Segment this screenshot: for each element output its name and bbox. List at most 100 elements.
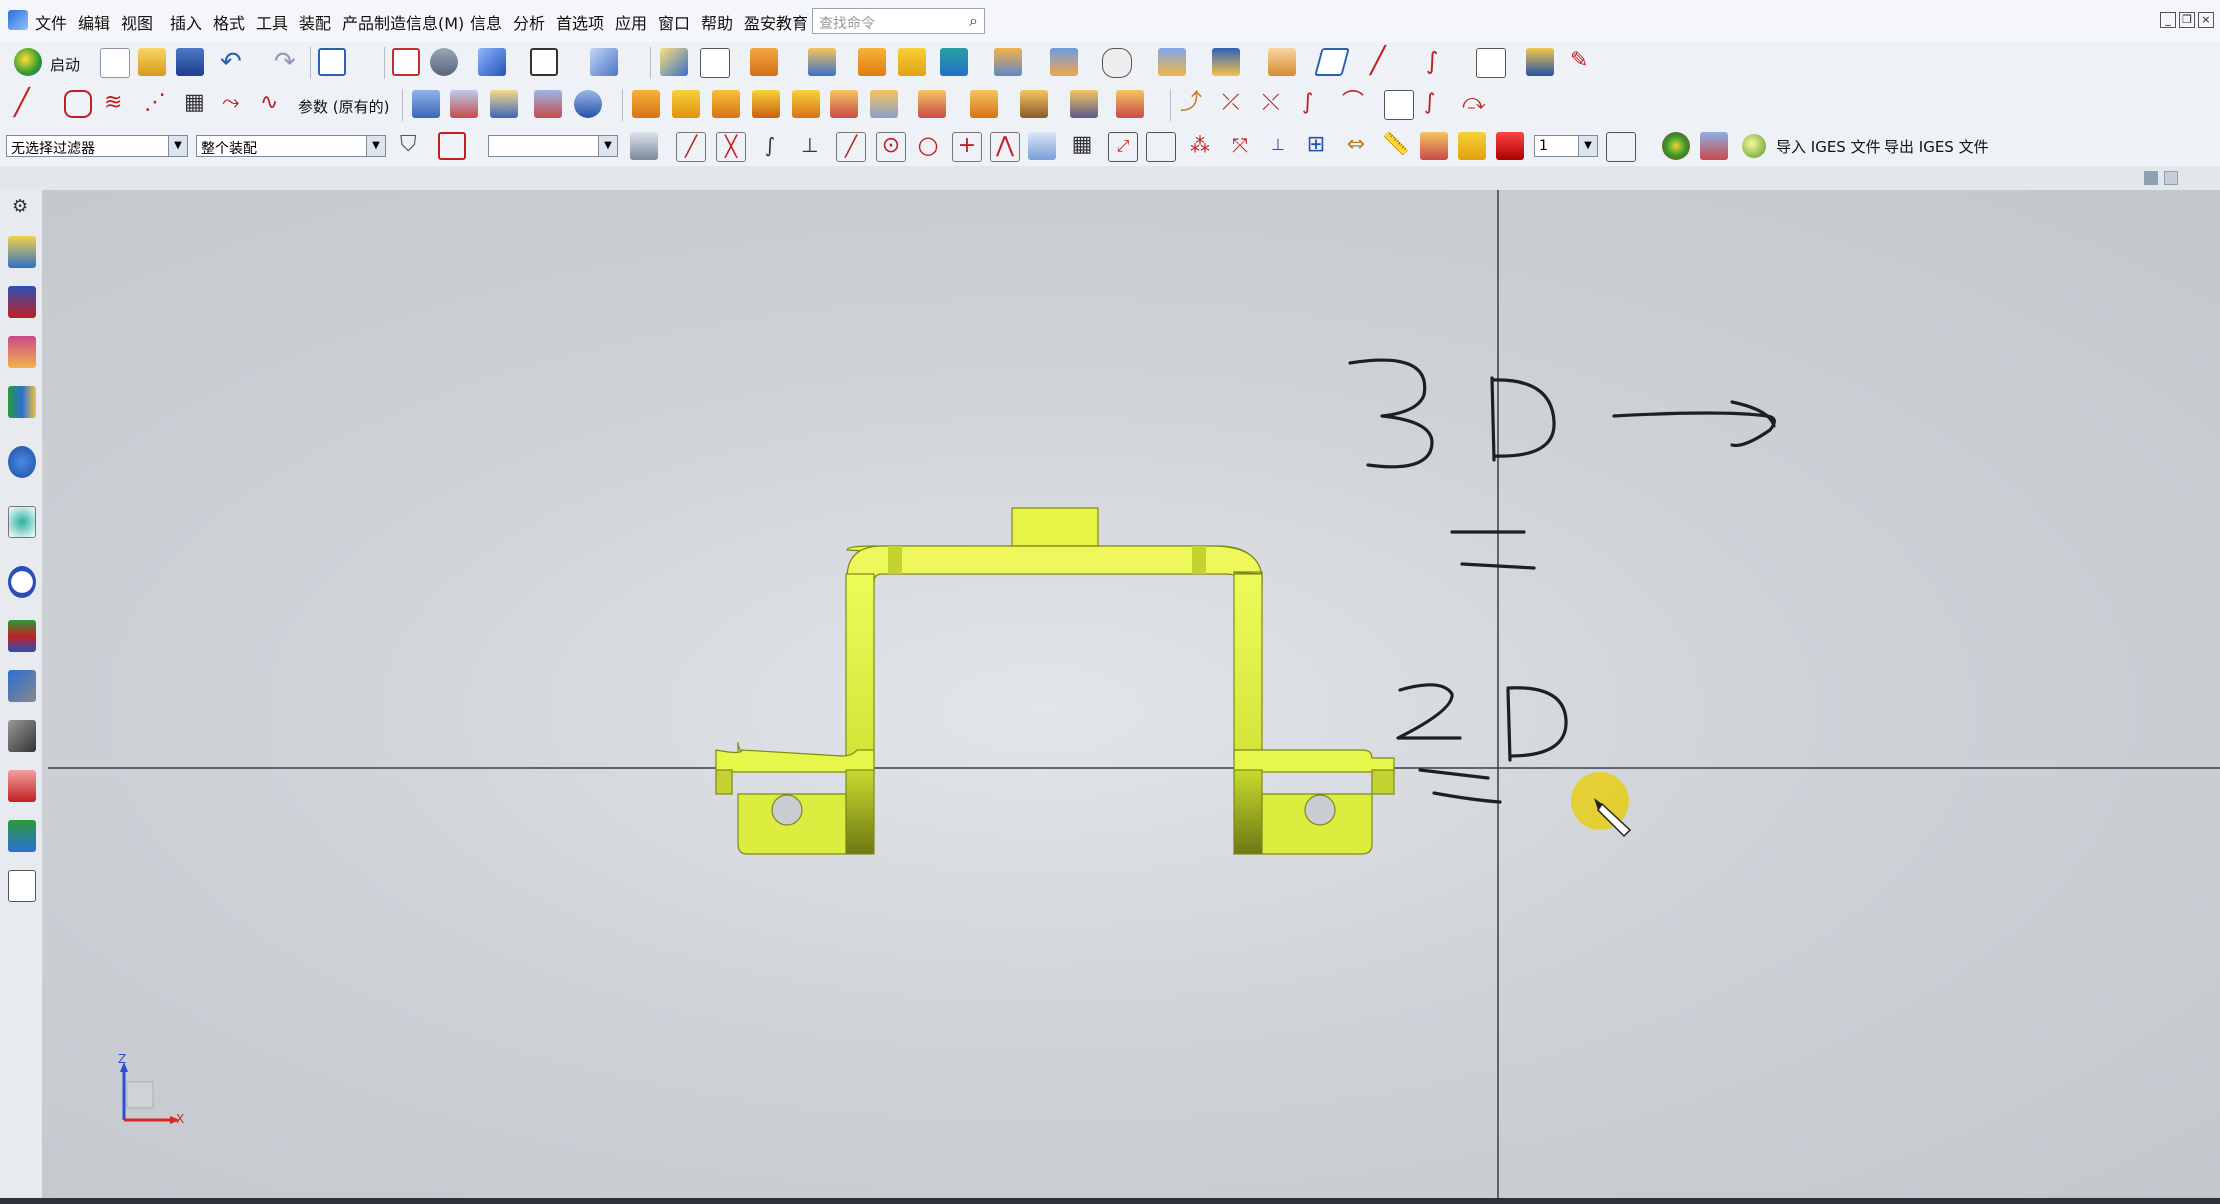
wcs-display-icon[interactable] xyxy=(1606,132,1636,162)
filter-icon[interactable]: ⛉ xyxy=(400,132,428,160)
move-object-icon[interactable] xyxy=(574,90,602,118)
graphics-window[interactable]: Z X xyxy=(42,190,2220,1200)
snap-arc-center-icon[interactable]: ╱ xyxy=(836,132,866,162)
delete-face-icon[interactable] xyxy=(970,90,998,118)
blend-icon[interactable] xyxy=(1268,48,1296,76)
extend-curve-icon[interactable]: ∫ xyxy=(1302,90,1330,118)
spline-icon[interactable]: ∿ xyxy=(260,90,288,118)
sketch-icon[interactable] xyxy=(660,48,688,76)
sew-icon[interactable] xyxy=(752,90,780,118)
cylinder-icon[interactable] xyxy=(898,48,926,76)
dimension-icon[interactable]: ⇔ xyxy=(1342,132,1370,160)
snap-quadrant-icon[interactable]: ⊙ xyxy=(876,132,906,162)
sketch-line-icon[interactable]: ╱ xyxy=(14,90,42,118)
part-navigator-icon[interactable] xyxy=(8,336,36,368)
snap-midpoint-icon[interactable]: ╳ xyxy=(716,132,746,162)
offset-face-icon[interactable] xyxy=(1212,48,1240,76)
process-studio-icon[interactable] xyxy=(8,670,36,702)
shaded-view-icon[interactable] xyxy=(478,48,506,76)
search-icon[interactable]: ⌕ xyxy=(969,11,978,31)
reuse-library-icon[interactable] xyxy=(8,386,36,418)
panel-toggle-icon[interactable] xyxy=(2144,171,2158,185)
plane-icon[interactable] xyxy=(1314,48,1350,76)
hole-icon[interactable] xyxy=(994,48,1022,76)
export-iges-button[interactable]: 导出 IGES 文件 xyxy=(1884,136,1989,157)
edit-object-display-icon[interactable] xyxy=(1700,132,1728,160)
ruler-icon[interactable]: 📏 xyxy=(1382,132,1410,160)
wcs-orient-icon[interactable]: ⤧ xyxy=(1226,132,1254,160)
menu-preferences[interactable]: 首选项 xyxy=(556,10,604,34)
project-curve-icon[interactable]: ⋰ xyxy=(144,90,172,118)
layer-settings-icon[interactable] xyxy=(1420,132,1448,160)
restore-icon[interactable]: ❐ xyxy=(2179,12,2195,28)
grid-icon[interactable]: ▦ xyxy=(1068,132,1096,160)
curve-icon[interactable]: ∫ xyxy=(1426,48,1454,76)
selection-window-icon[interactable] xyxy=(318,48,346,76)
snap-existing-point-icon[interactable]: + xyxy=(952,132,982,162)
draft-icon[interactable] xyxy=(490,90,518,118)
pattern-icon[interactable] xyxy=(1050,48,1078,76)
menu-yingan-edu[interactable]: 盈安教育 xyxy=(744,10,808,34)
history-icon[interactable] xyxy=(8,566,36,598)
trim-curve-icon[interactable]: ⤴ xyxy=(1180,90,1208,118)
resize-face-icon[interactable] xyxy=(1020,90,1048,118)
tube-icon[interactable] xyxy=(412,90,440,118)
zoom-fit-icon[interactable]: ⤢ xyxy=(1108,132,1138,162)
close-icon[interactable]: × xyxy=(2198,12,2214,28)
selection-scope-select[interactable]: 整个装配 ▼ xyxy=(196,135,386,157)
save-icon[interactable] xyxy=(176,48,204,76)
zoom-window-icon[interactable] xyxy=(1146,132,1176,162)
menu-format[interactable]: 格式 xyxy=(213,10,245,34)
gear-icon[interactable]: ⚙ xyxy=(12,196,28,217)
menu-help[interactable]: 帮助 xyxy=(701,10,733,34)
divide-curve-icon[interactable]: ⤬ xyxy=(1262,90,1290,118)
sheet-metal-icon[interactable] xyxy=(1526,48,1554,76)
join-curve-icon[interactable]: ∫ xyxy=(1424,90,1452,118)
datum-plane-icon[interactable] xyxy=(700,48,730,78)
work-layer-select[interactable]: 1 ▼ xyxy=(1534,135,1598,157)
profile-icon[interactable] xyxy=(64,90,92,118)
move-to-layer-icon[interactable] xyxy=(1458,132,1486,160)
menu-file[interactable]: 文件 xyxy=(35,10,67,34)
snap-control-icon[interactable]: ∫ xyxy=(756,132,784,160)
table-icon[interactable]: ⊞ xyxy=(1302,132,1330,160)
bridge-curve-icon[interactable]: ⤫ xyxy=(1222,90,1250,118)
thicken-icon[interactable] xyxy=(712,90,740,118)
manufacturing-wizard-icon[interactable] xyxy=(8,720,36,752)
offset-region-icon[interactable] xyxy=(1070,90,1098,118)
offset-in-face-icon[interactable]: ⤼ xyxy=(1462,90,1490,118)
general-selection-icon[interactable] xyxy=(438,132,466,160)
chevron-down-icon[interactable]: ▼ xyxy=(366,136,385,156)
chamfer-icon[interactable] xyxy=(672,90,700,118)
new-file-icon[interactable] xyxy=(100,48,130,78)
select-face-icon[interactable] xyxy=(630,132,658,160)
mesh-surface-icon[interactable]: ▦ xyxy=(184,90,212,118)
rotate-view-icon[interactable] xyxy=(430,48,458,76)
globe-icon[interactable] xyxy=(1742,134,1766,158)
background-icon[interactable] xyxy=(530,48,558,76)
wcs-icon[interactable]: ⁂ xyxy=(1186,132,1214,160)
chevron-down-icon[interactable]: ▼ xyxy=(168,136,187,156)
import-iges-button[interactable]: 导入 IGES 文件 xyxy=(1776,136,1881,157)
color-icon[interactable] xyxy=(1662,132,1690,160)
subtract-icon[interactable] xyxy=(830,90,858,118)
panel-float-icon[interactable] xyxy=(2164,171,2178,185)
intersection-curve-icon[interactable]: ⤳ xyxy=(222,90,250,118)
snap-circle-icon[interactable]: ○ xyxy=(914,132,942,160)
scale-body-icon[interactable] xyxy=(534,90,562,118)
menu-insert[interactable]: 插入 xyxy=(170,10,202,34)
layer-select[interactable]: ▼ xyxy=(488,135,618,157)
face-blend-icon[interactable] xyxy=(632,90,660,118)
start-button[interactable]: 启动 xyxy=(50,54,80,75)
menu-application[interactable]: 应用 xyxy=(615,10,647,34)
snap-endpoint-icon[interactable]: ╱ xyxy=(676,132,706,162)
patch-icon[interactable] xyxy=(792,90,820,118)
menu-info[interactable]: 信息 xyxy=(470,10,502,34)
shell-icon[interactable] xyxy=(1102,48,1132,78)
drafting-icon[interactable]: ✎ xyxy=(1570,48,1598,76)
snap-intersection-icon[interactable]: ⊥ xyxy=(796,132,824,160)
extrude-icon[interactable] xyxy=(750,48,778,76)
start-icon[interactable] xyxy=(14,48,42,76)
undo-icon[interactable]: ↶ xyxy=(220,49,246,75)
offset-curve-icon[interactable]: ≋ xyxy=(104,90,132,118)
